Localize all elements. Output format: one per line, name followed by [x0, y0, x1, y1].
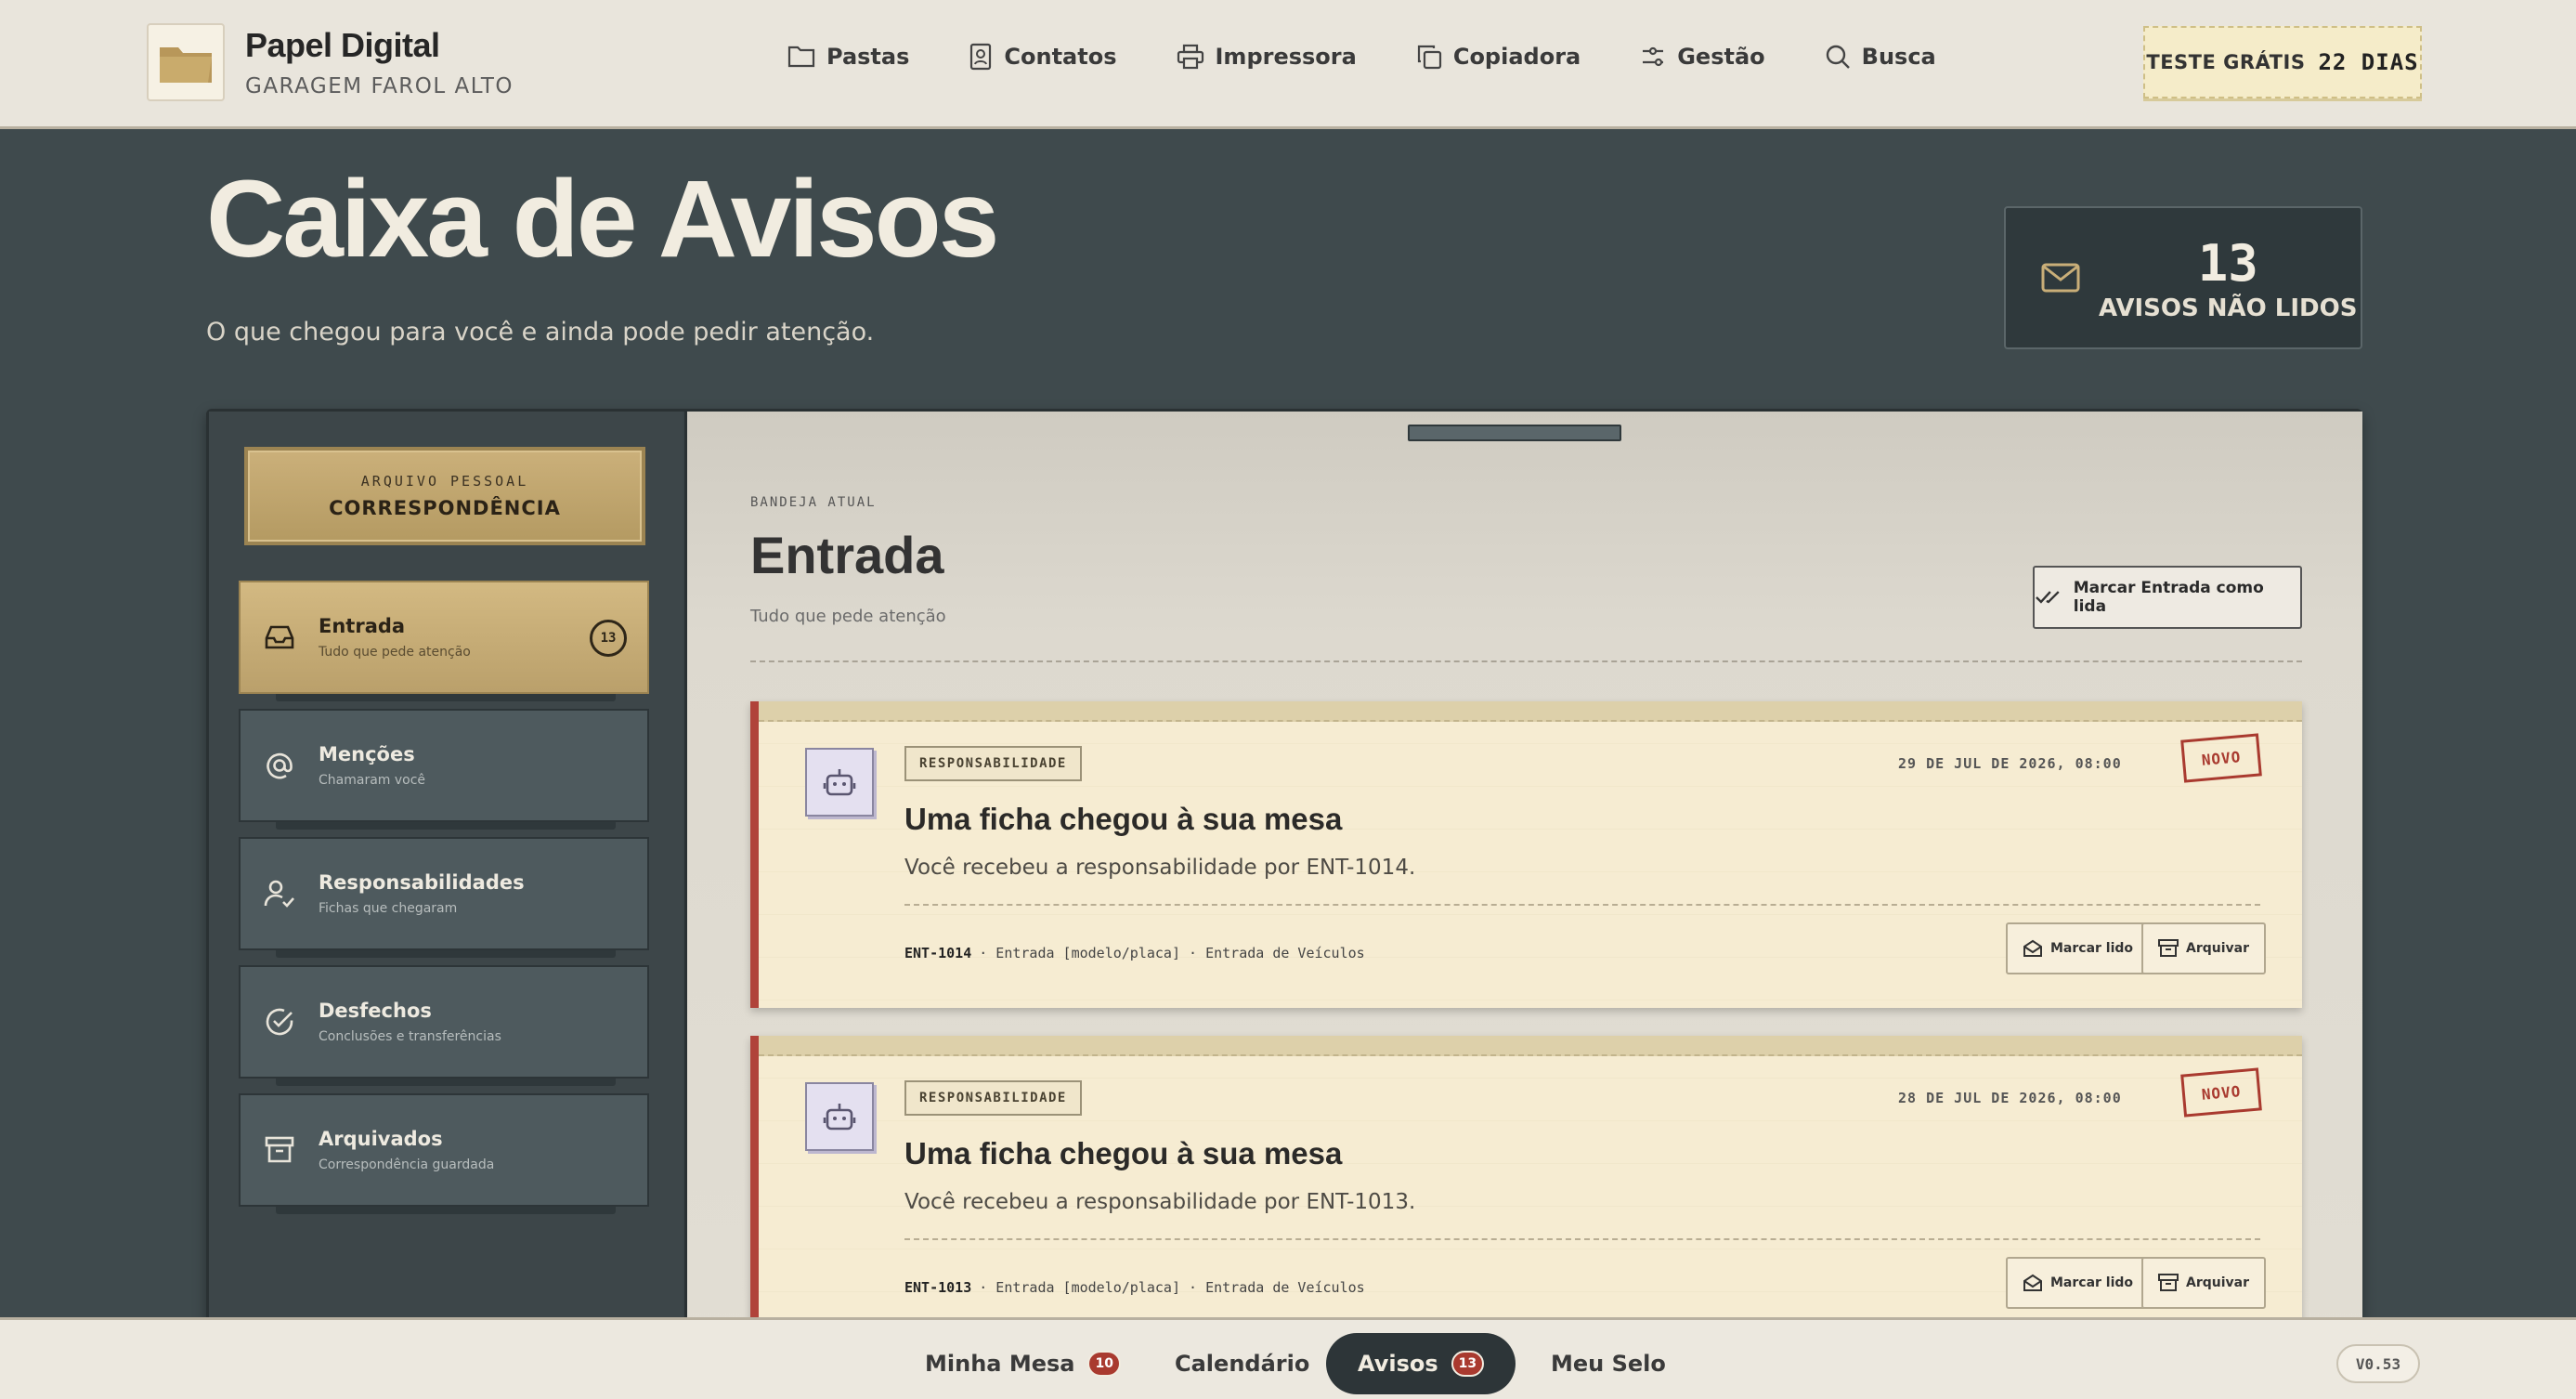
version-badge: V0.53: [2336, 1344, 2420, 1383]
brand-subtitle: GARAGEM FAROL ALTO: [245, 74, 514, 98]
notice-code[interactable]: ENT-1013: [904, 1279, 971, 1296]
divider: [750, 660, 2302, 662]
archive-icon: [2158, 1274, 2179, 1291]
nav-item-gestao[interactable]: Gestão: [1640, 43, 1765, 71]
tab-avisos[interactable]: Avisos 13: [1326, 1333, 1516, 1394]
tab-badge: 13: [1451, 1351, 1485, 1377]
nav-item-impressora[interactable]: Impressora: [1177, 43, 1357, 71]
notice-code[interactable]: ENT-1014: [904, 945, 971, 961]
brand-name: Papel Digital: [245, 26, 440, 64]
folder-icon: [787, 46, 815, 68]
tab-calendario[interactable]: Calendário: [1175, 1333, 1309, 1394]
copy-icon: [1417, 45, 1441, 70]
notice-date: 28 DE JUL DE 2026, 08:00: [1898, 1090, 2122, 1106]
tray-kicker: BANDEJA ATUAL: [750, 495, 877, 510]
mark-all-read-button[interactable]: Marcar Entrada como lida: [2033, 566, 2302, 629]
sliders-icon: [1643, 46, 1664, 67]
contact-icon: [970, 43, 992, 71]
notice-meta: ENT-1013 · Entrada [modelo/placa] · Entra…: [904, 1279, 1365, 1296]
inbox-main: BANDEJA ATUAL Entrada Tudo que pede aten…: [684, 412, 2362, 1399]
envelope-open-icon: [2023, 939, 2042, 957]
drawer-handle: [1408, 425, 1621, 441]
robot-icon: [805, 1082, 874, 1151]
check-circle-icon: [261, 1007, 298, 1037]
tab-meu-selo[interactable]: Meu Selo: [1551, 1333, 1666, 1394]
nav-item-contatos[interactable]: Contatos: [969, 43, 1117, 71]
nav-item-pastas[interactable]: Pastas: [787, 43, 909, 71]
search-icon: [1826, 45, 1850, 69]
trial-days: 22 DIAS: [2318, 49, 2419, 75]
sidebar: ARQUIVO PESSOAL CORRESPONDÊNCIA Entrada …: [209, 412, 683, 1399]
unread-counter: 13 AVISOS NÃO LIDOS: [2004, 206, 2362, 349]
notice-card[interactable]: RESPONSABILIDADE 28 DE JUL DE 2026, 08:0…: [750, 1036, 2302, 1342]
tab-minha-mesa[interactable]: Minha Mesa 10: [925, 1333, 1121, 1394]
notice-description: Você recebeu a responsabilidade por ENT-…: [904, 856, 1416, 880]
trial-label: TESTE GRÁTIS: [2146, 51, 2306, 73]
inbox-icon: [261, 623, 298, 651]
sidebar-item-entrada[interactable]: Entrada Tudo que pede atenção 13: [239, 581, 649, 701]
nav-item-copiadora[interactable]: Copiadora: [1416, 43, 1581, 71]
archive-button[interactable]: Arquivar: [2141, 1257, 2267, 1309]
notice-tag: RESPONSABILIDADE: [904, 1080, 1082, 1116]
at-icon: [261, 751, 298, 780]
plaque-title: CORRESPONDÊNCIA: [329, 497, 561, 519]
sidebar-item-responsabilidades[interactable]: Responsabilidades Fichas que chegaram: [239, 837, 649, 958]
sidebar-item-mencoes[interactable]: Menções Chamaram você: [239, 709, 649, 830]
main-nav: Pastas Contatos Impressora Copiadora Ges…: [787, 43, 1996, 71]
sidebar-item-arquivados[interactable]: Arquivados Correspondência guardada: [239, 1093, 649, 1214]
sidebar-item-desfechos[interactable]: Desfechos Conclusões e transferências: [239, 965, 649, 1086]
envelope-open-icon: [2023, 1274, 2042, 1291]
bottom-tab-bar: Minha Mesa 10 Calendário Avisos 13 Meu S…: [0, 1317, 2576, 1399]
notice-meta: ENT-1014 · Entrada [modelo/placa] · Entra…: [904, 945, 1365, 961]
user-check-icon: [261, 879, 298, 909]
tray-subtitle: Tudo que pede atenção: [750, 607, 946, 626]
notice-date: 29 DE JUL DE 2026, 08:00: [1898, 755, 2122, 772]
nav-item-busca[interactable]: Busca: [1825, 43, 1936, 71]
double-check-icon: [2036, 591, 2060, 604]
sidebar-plaque: ARQUIVO PESSOAL CORRESPONDÊNCIA: [244, 447, 645, 545]
archive-button[interactable]: Arquivar: [2141, 922, 2267, 974]
mail-icon: [2041, 263, 2080, 293]
unread-badge: 13: [590, 620, 627, 657]
new-stamp: NOVO: [2180, 1067, 2262, 1118]
notice-title: Uma ficha chegou à sua mesa: [904, 802, 1343, 836]
page-subtitle: O que chegou para você e ainda pode pedi…: [206, 318, 875, 346]
mark-read-button[interactable]: Marcar lido: [2006, 1257, 2151, 1309]
mark-read-button[interactable]: Marcar lido: [2006, 922, 2151, 974]
brand[interactable]: Papel Digital GARAGEM FAROL ALTO: [147, 23, 514, 101]
page-title: Caixa de Avisos: [206, 158, 999, 281]
unread-label: AVISOS NÃO LIDOS: [2099, 294, 2358, 322]
new-stamp: NOVO: [2180, 733, 2262, 783]
folder-logo-icon: [147, 23, 225, 101]
robot-icon: [805, 748, 874, 817]
mail-cabinet: ARQUIVO PESSOAL CORRESPONDÊNCIA Entrada …: [206, 409, 2362, 1399]
notice-description: Você recebeu a responsabilidade por ENT-…: [904, 1190, 1416, 1214]
notice-card[interactable]: RESPONSABILIDADE 29 DE JUL DE 2026, 08:0…: [750, 701, 2302, 1008]
plaque-kicker: ARQUIVO PESSOAL: [360, 473, 529, 490]
top-bar: Papel Digital GARAGEM FAROL ALTO Pastas …: [0, 0, 2576, 129]
tray-title: Entrada: [750, 526, 944, 584]
archive-icon: [261, 1136, 298, 1164]
notice-tag: RESPONSABILIDADE: [904, 746, 1082, 781]
trial-badge[interactable]: TESTE GRÁTIS 22 DIAS: [2143, 26, 2422, 98]
archive-icon: [2158, 939, 2179, 957]
printer-icon: [1177, 44, 1203, 70]
unread-count: 13: [2197, 233, 2258, 293]
tab-badge: 10: [1087, 1351, 1121, 1377]
notice-title: Uma ficha chegou à sua mesa: [904, 1136, 1343, 1170]
